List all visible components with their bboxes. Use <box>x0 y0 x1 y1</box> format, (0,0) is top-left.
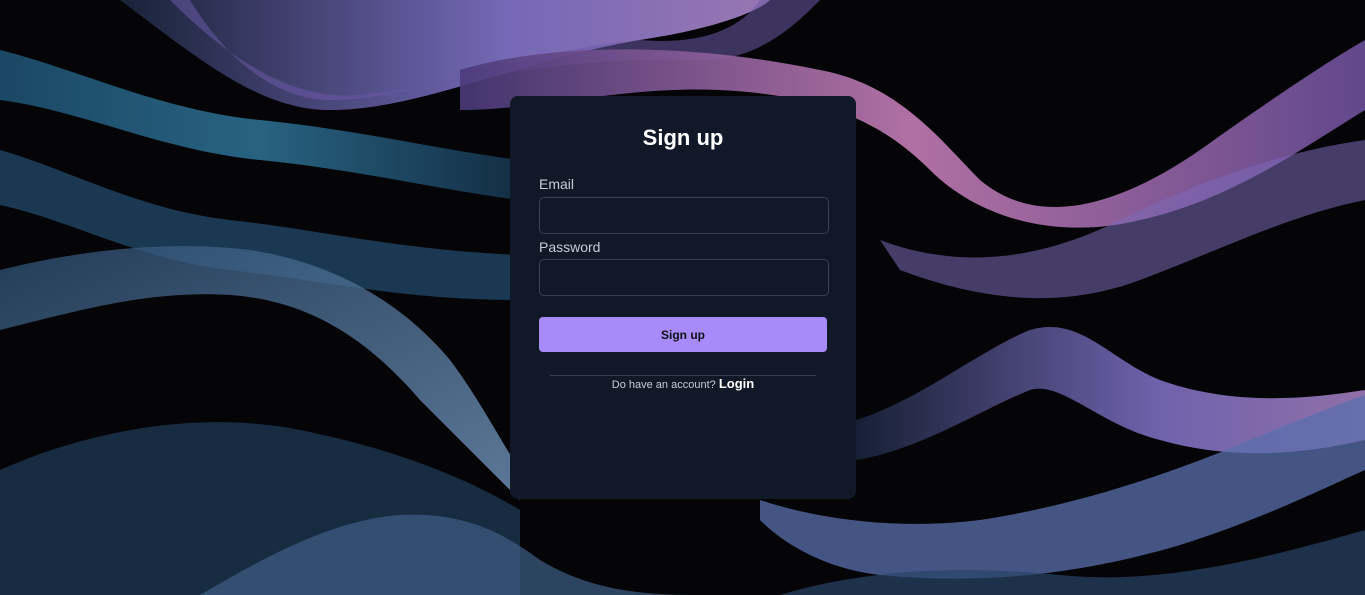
login-link[interactable]: Login <box>719 376 754 391</box>
signup-button[interactable]: Sign up <box>539 317 827 352</box>
password-label: Password <box>539 239 601 255</box>
account-prompt-text: Do have an account? <box>611 379 716 391</box>
page-title: Sign up <box>642 125 724 150</box>
signup-card: Sign up Email Password Sign up Do have a… <box>510 96 856 499</box>
password-input[interactable] <box>539 259 829 296</box>
login-prompt: Do have an account? Login <box>510 376 856 391</box>
email-label: Email <box>539 176 575 192</box>
signup-page: Sign up Email Password Sign up Do have a… <box>0 0 1365 595</box>
email-input[interactable] <box>539 197 829 234</box>
